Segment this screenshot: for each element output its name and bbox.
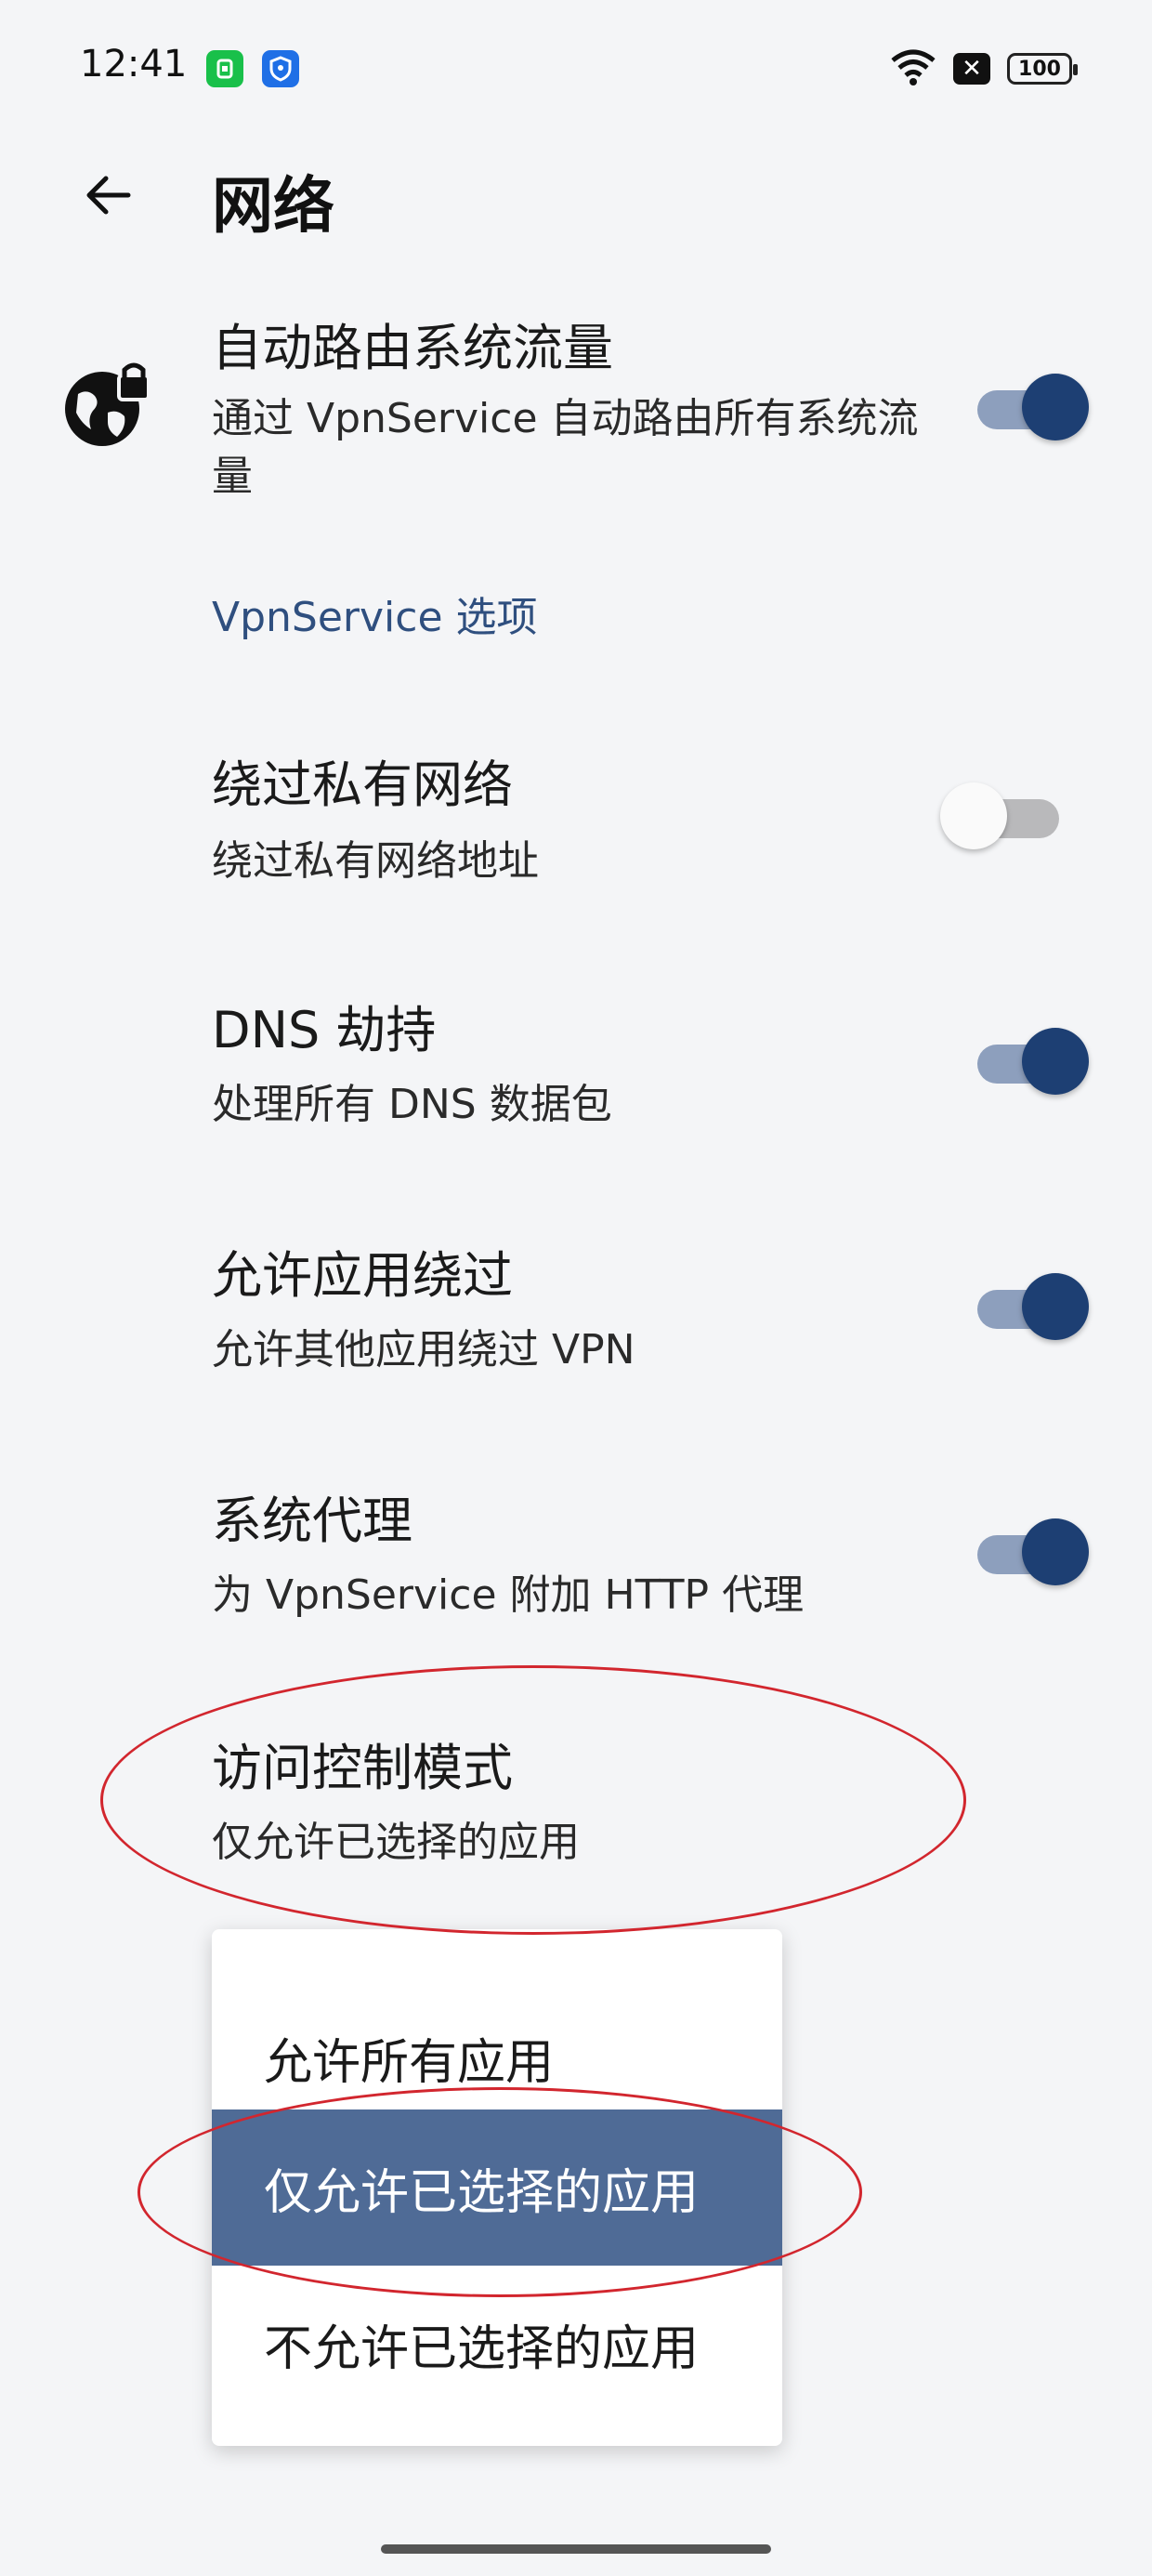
allow-bypass-switch[interactable] xyxy=(977,1269,1089,1344)
dns-hijack-subtitle: 处理所有 DNS 数据包 xyxy=(212,1081,612,1128)
system-proxy-title: 系统代理 xyxy=(212,1492,412,1550)
annotation-circle xyxy=(100,1665,966,1935)
annotation-circle xyxy=(137,2087,862,2297)
app-notification-icon xyxy=(206,50,243,87)
dns-hijack-title: DNS 劫持 xyxy=(212,1001,437,1059)
home-indicator[interactable] xyxy=(381,2544,771,2554)
vpn-lock-icon xyxy=(59,357,152,453)
auto-route-title: 自动路由系统流量 xyxy=(212,319,613,377)
status-icons: ✕ 100 xyxy=(890,45,1078,93)
bypass-private-subtitle: 绕过私有网络地址 xyxy=(212,837,539,885)
page-title: 网络 xyxy=(212,170,334,242)
auto-route-switch[interactable] xyxy=(977,370,1089,444)
back-arrow-icon[interactable] xyxy=(78,165,137,225)
status-time: 12:41 xyxy=(80,43,188,85)
allow-bypass-subtitle: 允许其他应用绕过 VPN xyxy=(212,1326,635,1373)
bypass-private-switch[interactable] xyxy=(940,779,1067,853)
bypass-private-title: 绕过私有网络 xyxy=(212,756,513,814)
auto-route-subtitle: 通过 VpnService 自动路由所有系统流量 xyxy=(212,395,919,500)
dns-hijack-switch[interactable] xyxy=(977,1024,1089,1098)
battery-level: 100 xyxy=(1018,57,1061,81)
section-header: VpnService 选项 xyxy=(212,594,538,641)
x-notification-icon: ✕ xyxy=(953,53,990,85)
wifi-icon xyxy=(890,47,936,90)
system-proxy-switch[interactable] xyxy=(977,1515,1089,1589)
shield-notification-icon xyxy=(262,50,299,87)
battery-icon: 100 xyxy=(1007,53,1078,85)
allow-bypass-title: 允许应用绕过 xyxy=(212,1246,513,1305)
system-proxy-subtitle: 为 VpnService 附加 HTTP 代理 xyxy=(212,1571,805,1619)
